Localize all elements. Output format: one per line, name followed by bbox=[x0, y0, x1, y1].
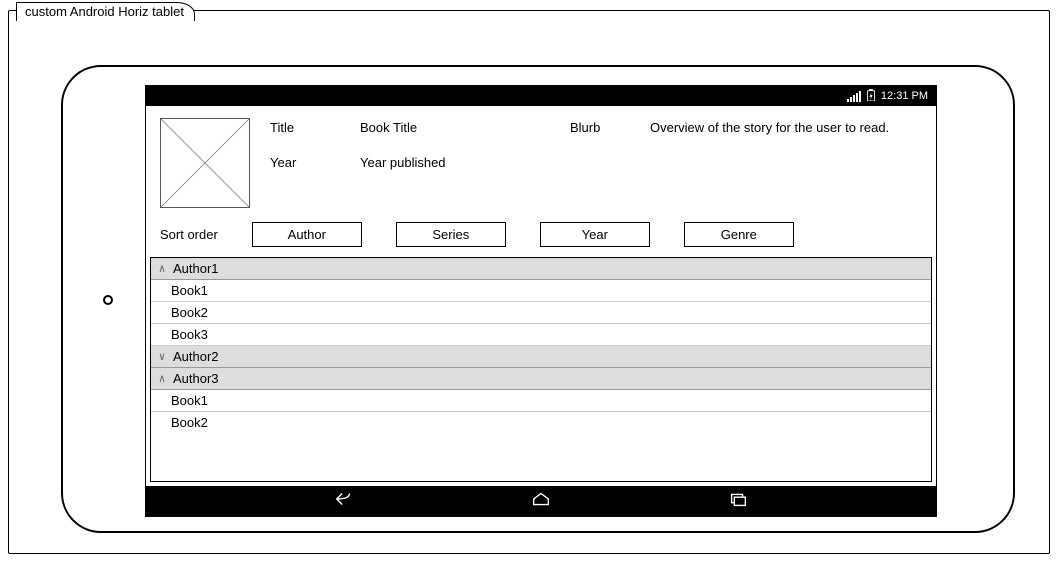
tablet-screen: 12:31 PM Title Book Title Blurb Overview… bbox=[145, 85, 937, 517]
sort-order-label: Sort order bbox=[160, 227, 218, 242]
tablet-camera-icon bbox=[103, 295, 113, 305]
year-label: Year bbox=[270, 155, 360, 170]
author-name: Author2 bbox=[173, 349, 219, 364]
sort-genre-button[interactable]: Genre bbox=[684, 222, 794, 247]
sort-author-button[interactable]: Author bbox=[252, 222, 362, 247]
author-group-header[interactable]: ∧ Author1 bbox=[151, 258, 931, 280]
book-row[interactable]: Book1 bbox=[151, 280, 931, 302]
title-label: Title bbox=[270, 120, 360, 135]
android-status-bar: 12:31 PM bbox=[146, 86, 936, 106]
book-row[interactable]: Book2 bbox=[151, 302, 931, 324]
blurb-label: Blurb bbox=[570, 120, 650, 135]
book-row[interactable]: Book3 bbox=[151, 324, 931, 346]
year-value: Year published bbox=[360, 155, 570, 170]
frame-title-tab: custom Android Horiz tablet bbox=[16, 2, 195, 21]
book-detail-panel: Title Book Title Blurb Overview of the s… bbox=[146, 106, 936, 216]
battery-icon bbox=[867, 89, 875, 104]
caret-down-icon: ∨ bbox=[157, 350, 167, 363]
sort-series-button[interactable]: Series bbox=[396, 222, 506, 247]
signal-icon bbox=[847, 91, 861, 102]
wireframe-outer-border: 12:31 PM Title Book Title Blurb Overview… bbox=[8, 10, 1050, 554]
android-nav-bar bbox=[146, 486, 936, 516]
nav-recents-button[interactable] bbox=[727, 491, 749, 512]
nav-home-button[interactable] bbox=[530, 491, 552, 512]
author-name: Author1 bbox=[173, 261, 219, 276]
book-list[interactable]: ∧ Author1 Book1 Book2 Book3 ∨ Author2 ∧ … bbox=[150, 257, 932, 482]
author-group-header[interactable]: ∧ Author3 bbox=[151, 368, 931, 390]
sort-order-row: Sort order Author Series Year Genre bbox=[146, 216, 936, 257]
book-meta-grid: Title Book Title Blurb Overview of the s… bbox=[270, 118, 922, 208]
nav-back-button[interactable] bbox=[333, 491, 355, 512]
book-row[interactable]: Book2 bbox=[151, 412, 931, 433]
author-name: Author3 bbox=[173, 371, 219, 386]
caret-up-icon: ∧ bbox=[157, 372, 167, 385]
frame-title-text: custom Android Horiz tablet bbox=[25, 4, 184, 19]
book-row[interactable]: Book1 bbox=[151, 390, 931, 412]
title-value: Book Title bbox=[360, 120, 570, 135]
caret-up-icon: ∧ bbox=[157, 262, 167, 275]
book-cover-placeholder-icon bbox=[160, 118, 250, 208]
author-group-header[interactable]: ∨ Author2 bbox=[151, 346, 931, 368]
tablet-body: 12:31 PM Title Book Title Blurb Overview… bbox=[61, 65, 1015, 533]
status-clock: 12:31 PM bbox=[881, 90, 928, 102]
sort-year-button[interactable]: Year bbox=[540, 222, 650, 247]
blurb-value: Overview of the story for the user to re… bbox=[650, 120, 922, 135]
